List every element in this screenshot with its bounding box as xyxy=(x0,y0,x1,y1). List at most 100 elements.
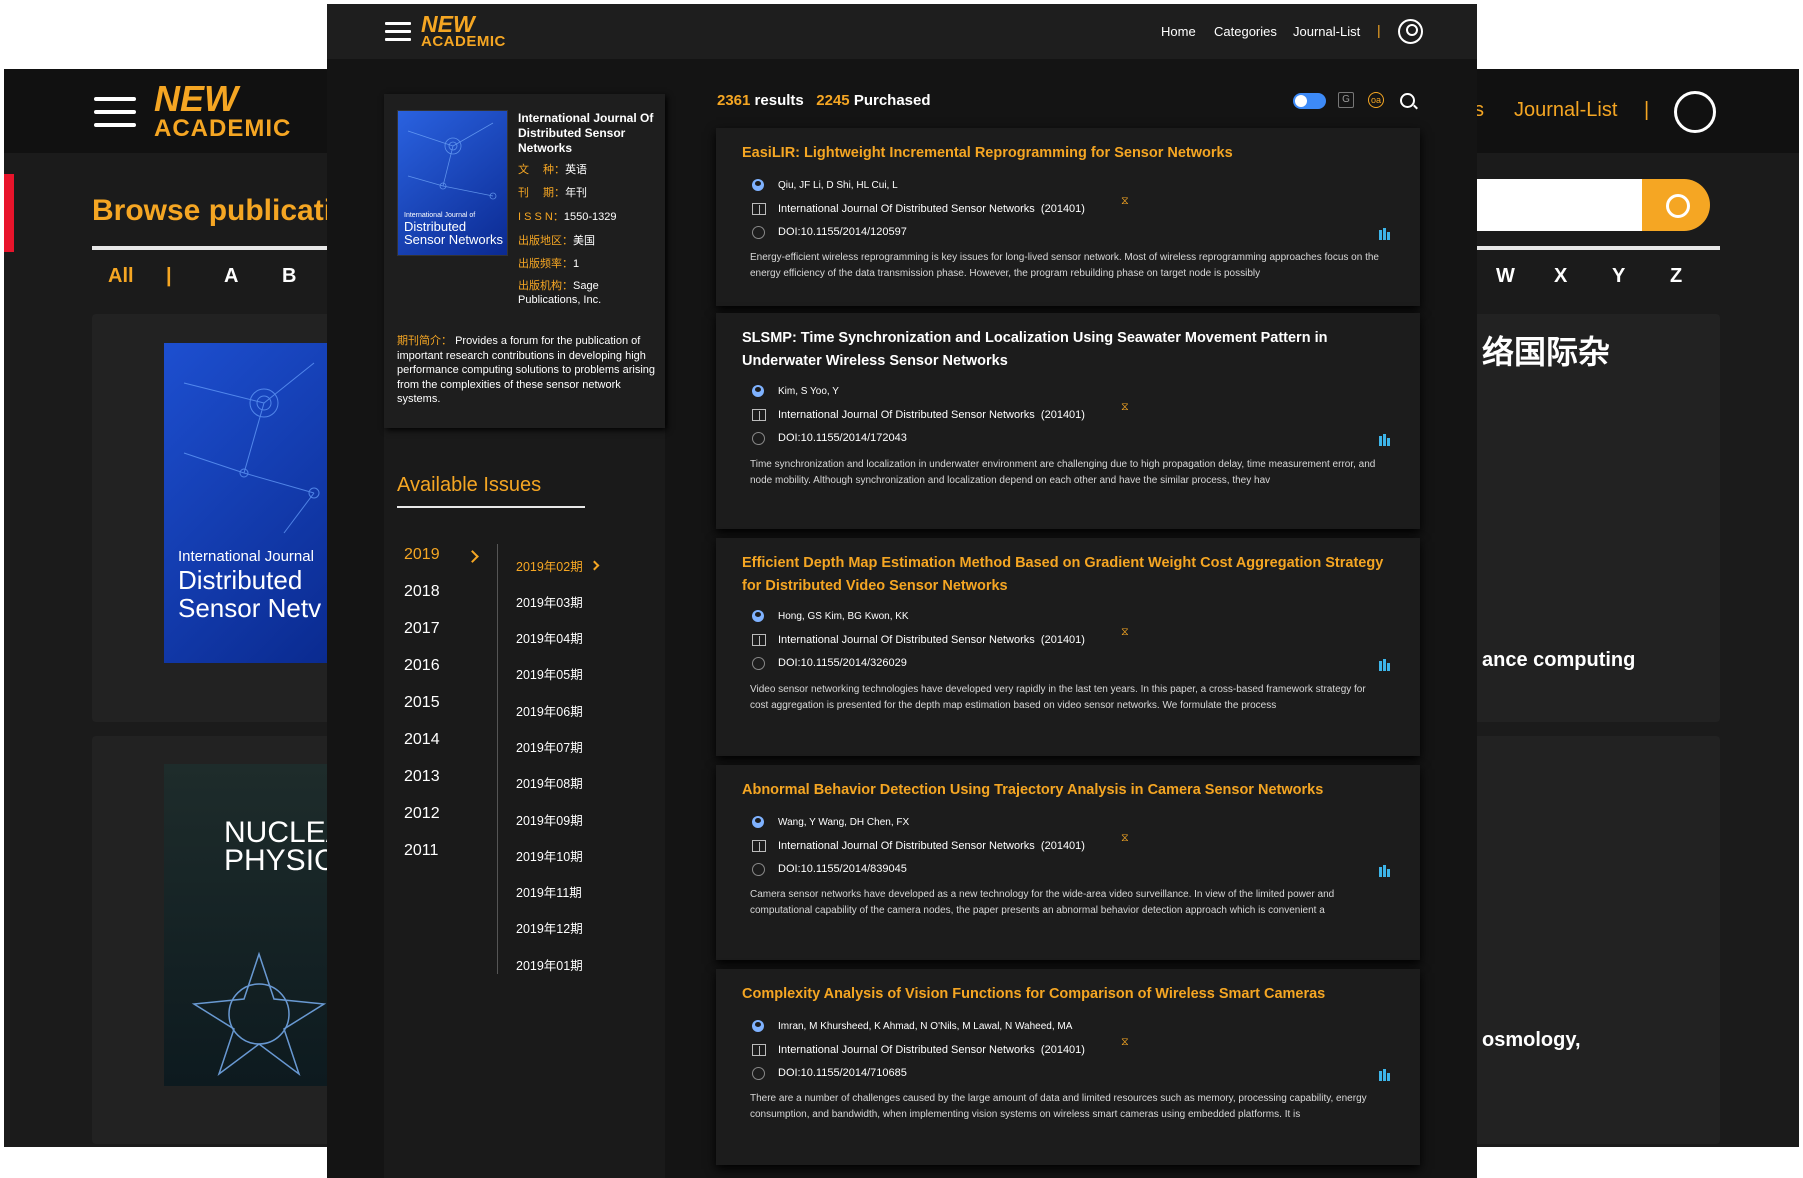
year-2012[interactable]: 2012 xyxy=(404,805,440,823)
results-summary: 2361 results 2245 Purchased xyxy=(717,92,931,109)
nav-categories[interactable]: Categories xyxy=(1214,24,1277,39)
bg-search-button[interactable] xyxy=(1642,179,1710,231)
bg-user-icon[interactable] xyxy=(1674,91,1716,133)
journal-cover-image[interactable]: International Journal of Distributed Sen… xyxy=(397,110,508,256)
hamburger-icon[interactable] xyxy=(385,22,411,42)
stats-icon[interactable] xyxy=(1379,1069,1391,1081)
issue-item[interactable]: 2019年03期 xyxy=(516,592,583,611)
results-count: 2361 xyxy=(717,92,751,109)
intro-key: 期刊简介： xyxy=(397,335,452,347)
bg-cover-line1: Distributed xyxy=(178,565,303,595)
bg-cover-image[interactable]: NUCLEA PHYSIC xyxy=(164,764,334,1086)
bg-hamburger-icon[interactable] xyxy=(94,97,136,127)
bg-alpha-x[interactable]: X xyxy=(1554,265,1567,288)
article-doi[interactable]: DOI:10.1155/2014/839045 xyxy=(778,863,907,875)
bg-alpha-z[interactable]: Z xyxy=(1670,265,1682,288)
logo[interactable]: NEW ACADEMIC xyxy=(421,13,506,50)
issue-item[interactable]: 2019年06期 xyxy=(516,701,583,720)
stats-icon[interactable] xyxy=(1379,659,1391,671)
bg-alpha-b[interactable]: B xyxy=(282,265,296,288)
stats-icon[interactable] xyxy=(1379,228,1391,240)
article-title[interactable]: Efficient Depth Map Estimation Method Ba… xyxy=(742,552,1402,598)
issue-item[interactable]: 2019年12期 xyxy=(516,918,583,937)
google-scholar-icon[interactable]: G xyxy=(1338,92,1354,108)
rss-icon[interactable]: ⧖ xyxy=(1121,626,1129,639)
open-access-icon[interactable]: oa xyxy=(1368,92,1384,108)
issue-item[interactable]: 2019年01期 xyxy=(516,955,583,974)
issue-item[interactable]: 2019年11期 xyxy=(516,882,582,901)
issue-item[interactable]: 2019年02期 xyxy=(516,556,583,575)
issue-item[interactable]: 2019年10期 xyxy=(516,846,583,865)
article-card: Complexity Analysis of Vision Functions … xyxy=(716,969,1420,1165)
year-2019[interactable]: 2019 xyxy=(404,546,440,564)
issue-item[interactable]: 2019年07期 xyxy=(516,737,583,756)
article-card: EasiLIR: Lightweight Incremental Reprogr… xyxy=(716,128,1420,306)
year-2016[interactable]: 2016 xyxy=(404,657,440,675)
meta-key: 刊 期： xyxy=(518,187,566,199)
year-2014[interactable]: 2014 xyxy=(404,731,440,749)
journal-issue: (201401) xyxy=(1040,409,1085,421)
meta-value: 英语 xyxy=(565,164,588,176)
person-icon xyxy=(752,179,764,191)
article-authors[interactable]: Wang, Y Wang, DH Chen, FX xyxy=(778,817,909,828)
cover-line2: Sensor Networks xyxy=(404,232,503,247)
article-abstract: Energy-efficient wireless reprogramming … xyxy=(750,252,1379,279)
article-card: Efficient Depth Map Estimation Method Ba… xyxy=(716,538,1420,756)
year-2011[interactable]: 2011 xyxy=(404,842,438,860)
rss-icon[interactable]: ⧖ xyxy=(1121,1036,1129,1049)
journal-sidebar: International Journal of Distributed Sen… xyxy=(384,94,665,1178)
article-authors[interactable]: Qiu, JF Li, D Shi, HL Cui, L xyxy=(778,180,898,191)
year-2018[interactable]: 2018 xyxy=(404,583,440,601)
bg-cover-image[interactable]: International Journal Distributed Sensor… xyxy=(164,343,334,663)
year-2017[interactable]: 2017 xyxy=(404,620,440,638)
article-journal[interactable]: International Journal Of Distributed Sen… xyxy=(778,634,1085,646)
article-title[interactable]: Complexity Analysis of Vision Functions … xyxy=(742,983,1402,1006)
year-2015[interactable]: 2015 xyxy=(404,694,440,712)
article-authors[interactable]: Hong, GS Kim, BG Kwon, KK xyxy=(778,611,909,622)
book-icon xyxy=(752,203,766,215)
bg-nav-journal-list[interactable]: Journal-List xyxy=(1514,99,1617,122)
nav-home[interactable]: Home xyxy=(1161,24,1196,39)
article-card: Abnormal Behavior Detection Using Trajec… xyxy=(716,765,1420,960)
rss-icon[interactable]: ⧖ xyxy=(1121,401,1129,414)
article-card: SLSMP: Time Synchronization and Localiza… xyxy=(716,313,1420,529)
article-title[interactable]: SLSMP: Time Synchronization and Localiza… xyxy=(742,327,1402,373)
search-icon[interactable] xyxy=(1400,93,1415,108)
rss-icon[interactable]: ⧖ xyxy=(1121,832,1129,845)
chevron-right-icon xyxy=(589,560,600,571)
meta-value: 1 xyxy=(573,258,580,270)
stats-icon[interactable] xyxy=(1379,434,1391,446)
article-journal[interactable]: International Journal Of Distributed Sen… xyxy=(778,1044,1085,1056)
bg-alpha-all[interactable]: All xyxy=(108,265,134,288)
article-doi[interactable]: DOI:10.1155/2014/326029 xyxy=(778,657,907,669)
meta-value: 1550-1329 xyxy=(563,211,617,223)
article-authors[interactable]: Kim, S Yoo, Y xyxy=(778,386,839,397)
article-doi[interactable]: DOI:10.1155/2014/710685 xyxy=(778,1067,907,1079)
issue-item[interactable]: 2019年09期 xyxy=(516,810,583,829)
user-icon[interactable] xyxy=(1398,19,1423,44)
article-journal[interactable]: International Journal Of Distributed Sen… xyxy=(778,203,1085,215)
article-title[interactable]: Abnormal Behavior Detection Using Trajec… xyxy=(742,779,1402,802)
article-journal[interactable]: International Journal Of Distributed Sen… xyxy=(778,409,1085,421)
article-doi[interactable]: DOI:10.1155/2014/172043 xyxy=(778,432,907,444)
rss-icon[interactable]: ⧖ xyxy=(1121,195,1129,208)
nav-journal-list[interactable]: Journal-List xyxy=(1293,24,1360,39)
bg-cover-line2: Sensor Netv xyxy=(178,593,322,623)
article-authors[interactable]: Imran, M Khursheed, K Ahmad, N O'Nils, M… xyxy=(778,1021,1072,1032)
article-doi[interactable]: DOI:10.1155/2014/120597 xyxy=(778,226,907,238)
doi-icon xyxy=(752,657,765,670)
issue-item[interactable]: 2019年08期 xyxy=(516,773,583,792)
bg-alpha-y[interactable]: Y xyxy=(1612,265,1625,288)
bg-alpha-w[interactable]: W xyxy=(1496,265,1515,288)
article-title[interactable]: EasiLIR: Lightweight Incremental Reprogr… xyxy=(742,142,1402,165)
stats-icon[interactable] xyxy=(1379,865,1391,877)
year-2013[interactable]: 2013 xyxy=(404,768,440,786)
article-journal[interactable]: International Journal Of Distributed Sen… xyxy=(778,840,1085,852)
journal-issue: (201401) xyxy=(1040,1044,1085,1056)
bg-logo[interactable]: NEW ACADEMIC xyxy=(154,81,291,141)
bg-alpha-a[interactable]: A xyxy=(224,265,238,288)
issue-item[interactable]: 2019年04期 xyxy=(516,628,583,647)
toggle-switch[interactable] xyxy=(1293,93,1326,109)
issue-item[interactable]: 2019年05期 xyxy=(516,664,583,683)
bg-alpha-sep: | xyxy=(166,265,172,287)
